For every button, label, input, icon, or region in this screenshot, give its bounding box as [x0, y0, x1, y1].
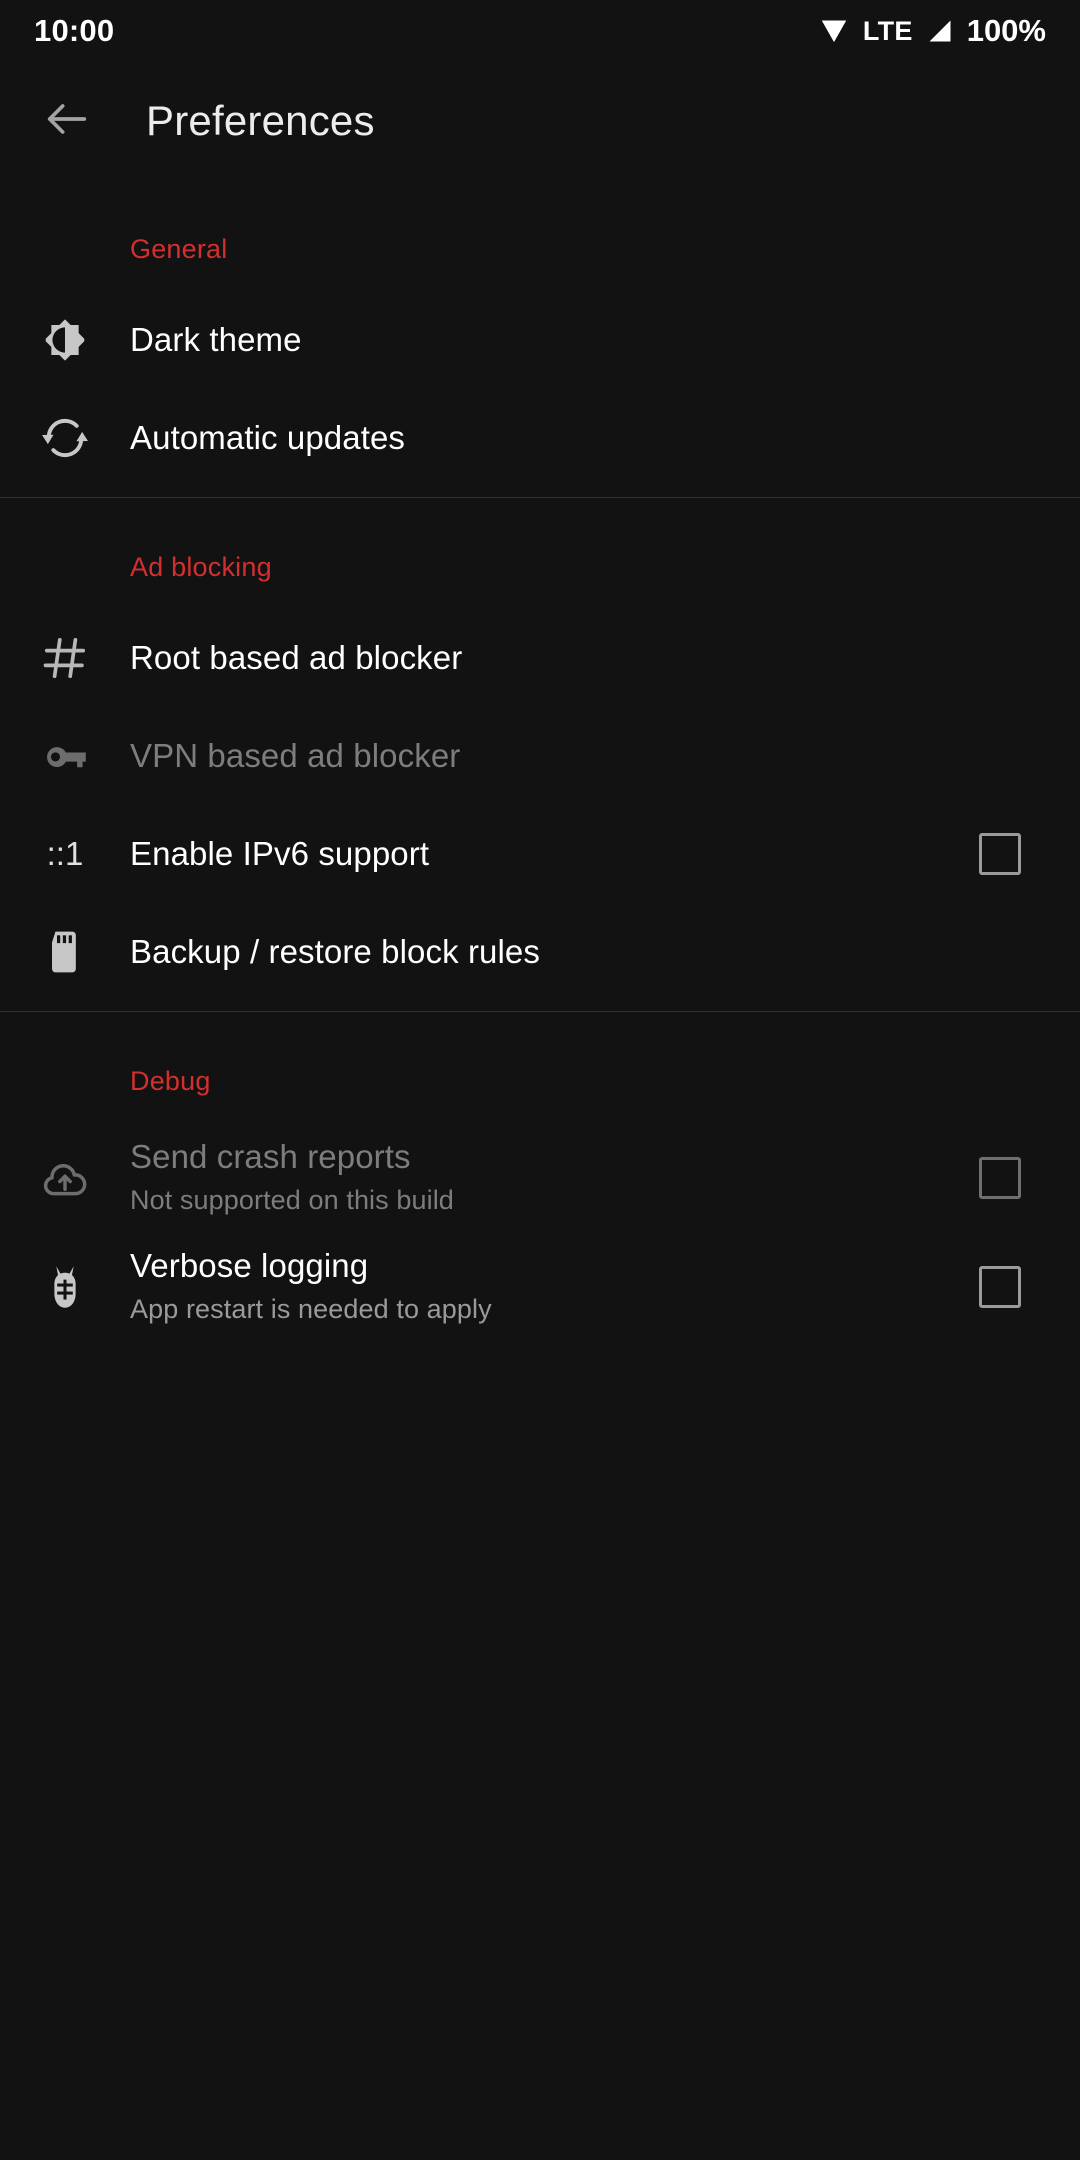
checkbox-ipv6-support[interactable]	[979, 833, 1021, 875]
bug-icon	[0, 1261, 130, 1313]
section-bottom-spacer-ad-blocking	[0, 1001, 1080, 1011]
section-header-general: General	[130, 234, 228, 264]
pref-row-vpn-ad-blocker: VPN based ad blocker	[0, 707, 1080, 805]
preferences-screen: 10:00 LTE 100% Preferences General Dark …	[0, 0, 1080, 2160]
section-general: General Dark theme Automatic updates	[0, 180, 1080, 497]
app-bar: Preferences	[0, 62, 1080, 180]
pref-title-root-ad-blocker: Root based ad blocker	[130, 638, 463, 676]
arrow-back-icon	[41, 93, 93, 150]
pref-row-backup-restore[interactable]: Backup / restore block rules	[0, 903, 1080, 1001]
network-type-label: LTE	[862, 15, 913, 46]
cloud-upload-icon	[0, 1152, 130, 1204]
checkbox-send-crash-reports	[979, 1156, 1021, 1199]
pref-row-dark-theme[interactable]: Dark theme	[0, 291, 1080, 389]
ipv6-loopback-icon-label: ::1	[46, 835, 84, 872]
status-bar-indicators: LTE 100%	[817, 13, 1046, 49]
pref-summary-verbose-logging: App restart is needed to apply	[130, 1294, 492, 1325]
pref-row-ipv6-support[interactable]: ::1 Enable IPv6 support	[0, 805, 1080, 903]
pref-row-root-ad-blocker[interactable]: Root based ad blocker	[0, 609, 1080, 707]
pref-title-backup-restore: Backup / restore block rules	[130, 932, 540, 970]
pref-title-dark-theme: Dark theme	[130, 320, 302, 358]
pref-text-verbose-logging: Verbose logging App restart is needed to…	[130, 1246, 968, 1327]
section-ad-blocking: Ad blocking Root based ad blocker VPN ba…	[0, 498, 1080, 1011]
pref-text-ipv6-support: Enable IPv6 support	[130, 834, 968, 874]
pref-summary-send-crash-reports: Not supported on this build	[130, 1185, 454, 1216]
pref-widget-send-crash-reports	[968, 1156, 1032, 1199]
section-header-ad-blocking: Ad blocking	[130, 552, 272, 582]
vpn-key-icon	[0, 730, 130, 782]
battery-percent-label: 100%	[966, 13, 1046, 48]
status-bar-clock: 10:00	[34, 13, 115, 48]
pref-text-automatic-updates: Automatic updates	[130, 418, 968, 458]
pref-title-automatic-updates: Automatic updates	[130, 418, 406, 456]
back-button[interactable]	[34, 88, 100, 154]
pref-row-verbose-logging[interactable]: Verbose logging App restart is needed to…	[0, 1232, 1080, 1341]
pref-title-send-crash-reports: Send crash reports	[130, 1138, 411, 1175]
ipv6-loopback-icon: ::1	[0, 835, 130, 873]
sync-icon	[0, 412, 130, 464]
brightness-contrast-icon	[0, 314, 130, 366]
pref-title-verbose-logging: Verbose logging	[130, 1247, 369, 1284]
cell-signal-icon	[925, 17, 955, 45]
checkbox-verbose-logging[interactable]	[979, 1265, 1021, 1308]
pref-row-automatic-updates[interactable]: Automatic updates	[0, 389, 1080, 487]
section-header-debug: Debug	[130, 1066, 211, 1096]
wifi-icon	[817, 17, 851, 45]
pref-title-vpn-ad-blocker: VPN based ad blocker	[130, 736, 461, 774]
sd-card-icon	[0, 926, 130, 978]
pref-text-dark-theme: Dark theme	[130, 320, 968, 360]
section-bottom-spacer-general	[0, 487, 1080, 497]
pref-text-root-ad-blocker: Root based ad blocker	[130, 638, 968, 678]
pref-text-send-crash-reports: Send crash reports Not supported on this…	[130, 1137, 968, 1218]
pref-row-send-crash-reports: Send crash reports Not supported on this…	[0, 1123, 1080, 1232]
pref-title-ipv6-support: Enable IPv6 support	[130, 834, 430, 872]
pref-text-vpn-ad-blocker: VPN based ad blocker	[130, 736, 968, 776]
pref-text-backup-restore: Backup / restore block rules	[130, 932, 968, 972]
status-bar: 10:00 LTE 100%	[0, 0, 1080, 62]
section-debug: Debug Send crash reports Not supported o…	[0, 1012, 1080, 1341]
pref-widget-ipv6-support[interactable]	[968, 833, 1032, 875]
page-title: Preferences	[146, 97, 375, 144]
pref-widget-verbose-logging[interactable]	[968, 1265, 1032, 1308]
hash-icon	[0, 632, 130, 684]
